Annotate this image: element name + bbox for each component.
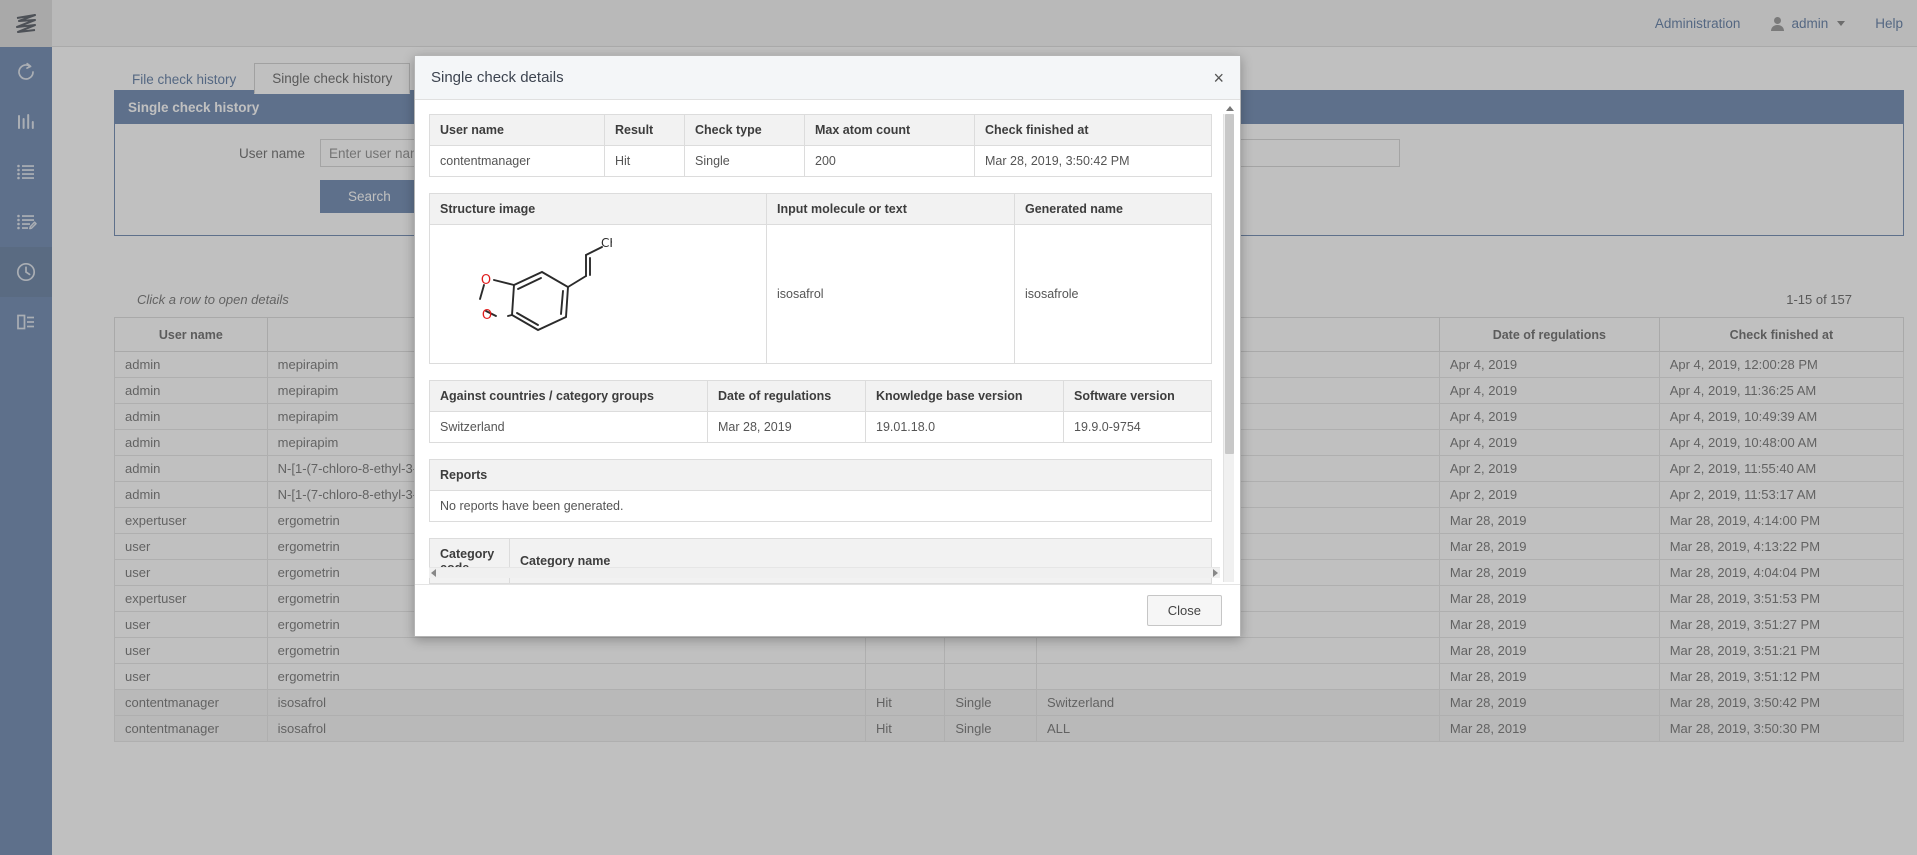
regulation-value-row: Switzerland Mar 28, 2019 19.01.18.0 19.9…: [430, 412, 1212, 443]
close-button[interactable]: Close: [1147, 595, 1222, 626]
dialog-title: Single check details: [431, 69, 564, 86]
dialog-footer: Close: [415, 584, 1240, 636]
regulation-countries: Switzerland: [430, 412, 708, 443]
oxygen-atom-label-bottom: O: [482, 308, 492, 323]
molecule-structure-icon: O O CH3: [462, 237, 612, 355]
oxygen-atom-label-top: O: [481, 273, 491, 288]
summary-value-row: contentmanager Hit Single 200 Mar 28, 20…: [430, 146, 1212, 177]
regulation-header-row: Against countries / category groups Date…: [430, 381, 1212, 412]
regulation-table: Against countries / category groups Date…: [429, 380, 1212, 443]
structure-generated-name: isosafrole: [1015, 225, 1212, 364]
structure-value-row: O O CH3 isosafrol isosafrole: [430, 225, 1212, 364]
structure-col-generated-name: Generated name: [1015, 194, 1212, 225]
category-cell: 7141: [430, 584, 510, 585]
regulation-col-kb-version: Knowledge base version: [866, 381, 1064, 412]
scroll-up-icon[interactable]: [1225, 103, 1234, 113]
regulation-col-countries: Against countries / category groups: [430, 381, 708, 412]
scroll-right-icon[interactable]: [1213, 569, 1218, 577]
regulation-sw-version: 19.9.0-9754: [1064, 412, 1212, 443]
dialog-body: User name Result Check type Max atom cou…: [415, 100, 1240, 584]
dialog-scroll-area: User name Result Check type Max atom cou…: [429, 114, 1214, 584]
dialog-vertical-scrollbar[interactable]: [1223, 114, 1234, 582]
summary-col-check-finished-at: Check finished at: [975, 115, 1212, 146]
reports-text: No reports have been generated.: [430, 491, 1212, 522]
regulation-kb-version: 19.01.18.0: [866, 412, 1064, 443]
scroll-down-icon[interactable]: [1225, 583, 1234, 584]
reports-table: Reports No reports have been generated.: [429, 459, 1212, 522]
structure-col-image: Structure image: [430, 194, 767, 225]
summary-col-user-name: User name: [430, 115, 605, 146]
summary-check-type: Single: [685, 146, 805, 177]
close-icon[interactable]: ×: [1213, 69, 1224, 87]
dialog-horizontal-scrollbar[interactable]: [429, 567, 1220, 578]
structure-col-input: Input molecule or text: [767, 194, 1015, 225]
categories-body: 7141CH Swiss Controlled Substances Act (…: [430, 584, 1212, 585]
summary-col-check-type: Check type: [685, 115, 805, 146]
single-check-details-dialog: Single check details × User name Result …: [414, 55, 1241, 637]
structure-table: Structure image Input molecule or text G…: [429, 193, 1212, 364]
summary-result: Hit: [605, 146, 685, 177]
reports-header: Reports: [430, 460, 1212, 491]
regulation-date: Mar 28, 2019: [708, 412, 866, 443]
methyl-group-label: CH3: [601, 237, 612, 252]
category-row: 7141CH Swiss Controlled Substances Act (…: [430, 584, 1212, 585]
scrollbar-thumb[interactable]: [1225, 114, 1234, 454]
structure-header-row: Structure image Input molecule or text G…: [430, 194, 1212, 225]
summary-check-finished-at: Mar 28, 2019, 3:50:42 PM: [975, 146, 1212, 177]
summary-table: User name Result Check type Max atom cou…: [429, 114, 1212, 177]
summary-max-atom-count: 200: [805, 146, 975, 177]
structure-input-molecule: isosafrol: [767, 225, 1015, 364]
summary-col-result: Result: [605, 115, 685, 146]
summary-user-name: contentmanager: [430, 146, 605, 177]
summary-col-max-atom-count: Max atom count: [805, 115, 975, 146]
category-cell: CH Swiss Controlled Substances Act (Betm…: [510, 584, 1212, 585]
regulation-col-date: Date of regulations: [708, 381, 866, 412]
dialog-header: Single check details ×: [415, 56, 1240, 100]
structure-image-cell: O O CH3: [430, 225, 767, 364]
application-window: Administration admin Help File check his…: [0, 0, 1917, 855]
scroll-left-icon[interactable]: [431, 569, 436, 577]
summary-header-row: User name Result Check type Max atom cou…: [430, 115, 1212, 146]
regulation-col-sw-version: Software version: [1064, 381, 1212, 412]
